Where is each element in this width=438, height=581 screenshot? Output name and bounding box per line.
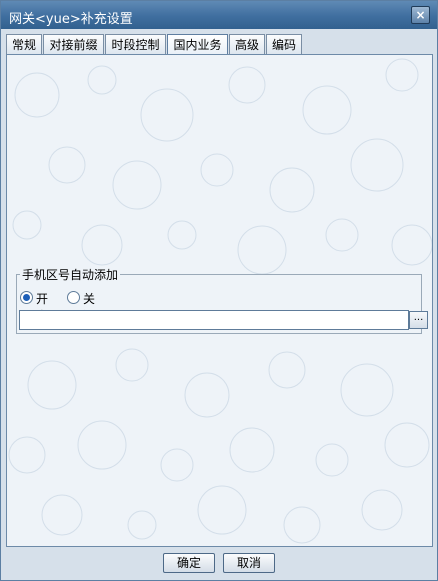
area-code-group: 手机区号自动添加 开启 关闭 ...: [16, 266, 428, 334]
tab-label: 常规: [11, 38, 36, 52]
ellipsis-icon: ...: [413, 312, 424, 323]
title-bar[interactable]: 网关<yue>补充设置 ×: [1, 1, 437, 29]
dialog-footer: 确定 取消: [1, 549, 437, 579]
tab-label: 编码: [271, 38, 296, 52]
ok-button[interactable]: 确定: [163, 553, 215, 573]
group-title: 手机区号自动添加: [20, 266, 121, 283]
radio-selected-dot: [23, 294, 30, 301]
tab-label: 高级: [234, 38, 259, 52]
ok-label: 确定: [176, 556, 201, 570]
radio-off[interactable]: [67, 291, 80, 304]
tab-encoding[interactable]: 编码: [266, 34, 302, 54]
tab-label: 对接前缀: [49, 38, 98, 52]
browse-button[interactable]: ...: [409, 311, 428, 329]
cancel-label: 取消: [236, 556, 261, 570]
tab-general[interactable]: 常规: [6, 34, 42, 54]
tab-advanced[interactable]: 高级: [229, 34, 265, 54]
area-code-input[interactable]: [19, 310, 409, 330]
tab-label: 时段控制: [111, 38, 160, 52]
tab-domestic-business[interactable]: 国内业务: [167, 34, 228, 54]
tab-time-control[interactable]: 时段控制: [105, 34, 166, 54]
window-title: 网关<yue>补充设置: [9, 12, 133, 27]
dialog-window: 网关<yue>补充设置 × 常规 对接前缀 时段控制 国内业务 高级 编码 手机…: [0, 0, 438, 581]
radio-on[interactable]: [20, 291, 33, 304]
close-icon: ×: [415, 8, 426, 22]
cancel-button[interactable]: 取消: [223, 553, 275, 573]
tab-prefix[interactable]: 对接前缀: [43, 34, 104, 54]
close-button[interactable]: ×: [411, 6, 430, 24]
tab-label: 国内业务: [173, 38, 222, 52]
tab-panel: 手机区号自动添加 开启 关闭 ...: [6, 54, 433, 547]
